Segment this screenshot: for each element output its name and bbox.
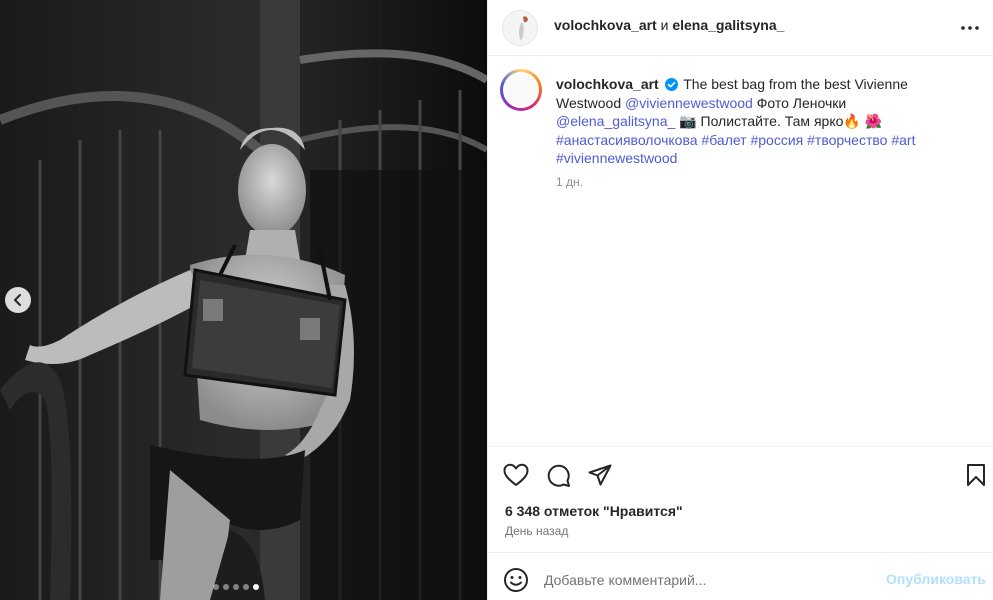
camera-emoji: 📷: [679, 113, 697, 129]
bookmark-icon: [967, 464, 985, 486]
emoji-button[interactable]: [503, 567, 529, 593]
heart-icon: [503, 463, 529, 486]
carousel-dot: [223, 584, 229, 590]
emoji-icon: [504, 568, 528, 592]
author-username[interactable]: volochkova_art: [554, 17, 657, 33]
post-photo: [0, 0, 487, 600]
publish-button[interactable]: Опубликовать: [886, 571, 986, 587]
hashtag-link[interactable]: #art: [891, 132, 915, 148]
like-button[interactable]: [502, 461, 530, 489]
share-button[interactable]: [586, 461, 614, 489]
caption-avatar[interactable]: [500, 69, 542, 111]
carousel-indicator: [213, 584, 259, 590]
post-side-panel: volochkova_art и elena_galitsyna_ voloch…: [487, 0, 993, 600]
post-authors: volochkova_art и elena_galitsyna_: [554, 17, 784, 33]
carousel-dot: [233, 584, 239, 590]
comment-button[interactable]: [544, 461, 572, 489]
hashtag-link[interactable]: #творчество: [807, 132, 887, 148]
hashtag-link[interactable]: #балет: [701, 132, 746, 148]
avatar-image: [503, 11, 537, 45]
authors-conjunction: и: [660, 17, 669, 33]
comment-input[interactable]: [544, 569, 864, 591]
caption-mention-2[interactable]: @elena_galitsyna_: [556, 113, 675, 129]
carousel-dot: [213, 584, 219, 590]
comment-bar: Опубликовать: [488, 552, 993, 600]
caption-timestamp[interactable]: 1 дн.: [556, 175, 583, 189]
carousel-prev-button[interactable]: [5, 287, 31, 313]
chevron-left-icon: [14, 294, 21, 306]
carousel-dot-active: [253, 584, 259, 590]
post-date[interactable]: День назад: [505, 524, 568, 538]
hashtag-link[interactable]: #viviennewestwood: [556, 150, 677, 166]
more-options-button[interactable]: [958, 16, 982, 40]
more-horizontal-icon: [961, 26, 979, 30]
post-media[interactable]: [0, 0, 487, 600]
caption-text-3: Полистайте. Там ярко: [700, 113, 844, 129]
caption-text: volochkova_art The best bag from the bes…: [556, 75, 956, 168]
post-header: volochkova_art и elena_galitsyna_: [488, 0, 993, 56]
post-caption: volochkova_art The best bag from the bes…: [488, 56, 993, 446]
carousel-dot: [243, 584, 249, 590]
share-icon: [588, 464, 612, 486]
coauthor-username[interactable]: elena_galitsyna_: [672, 17, 784, 33]
likes-count[interactable]: 6 348 отметок "Нравится": [505, 503, 683, 519]
fire-emoji: 🔥: [843, 113, 861, 129]
caption-mention-1[interactable]: @viviennewestwood: [625, 95, 753, 111]
post-actions: [488, 446, 993, 498]
save-button[interactable]: [962, 461, 990, 489]
hashtag-link[interactable]: #россия: [750, 132, 803, 148]
flower-emoji: 🌺: [864, 113, 883, 129]
comment-icon: [547, 464, 570, 487]
author-avatar[interactable]: [502, 10, 538, 46]
verified-badge-icon: [664, 78, 678, 91]
caption-text-2: Фото Леночки: [756, 94, 847, 111]
hashtag-link[interactable]: #анастасияволочкова: [556, 132, 698, 148]
caption-username[interactable]: volochkova_art: [556, 76, 659, 92]
